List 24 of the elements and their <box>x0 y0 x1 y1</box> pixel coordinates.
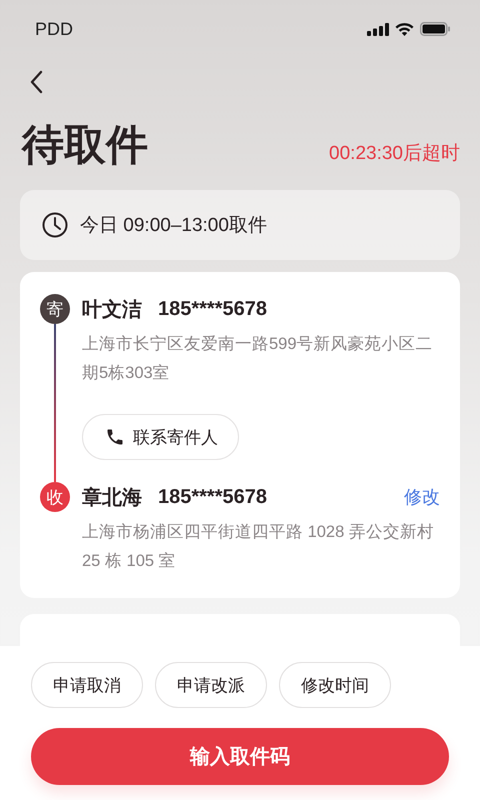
phone-number: 185****5678 <box>158 298 267 321</box>
address-text: 上海市长宁区友爱南一路599号新风豪苑小区二期5栋303室 <box>82 334 434 384</box>
sender-badge: 寄 <box>40 294 70 324</box>
receiver-badge: 收 <box>40 482 70 512</box>
action-chip-button[interactable]: 修改时间 <box>279 662 391 708</box>
back-button[interactable] <box>28 70 44 94</box>
action-chip-button[interactable]: 申请取消 <box>31 662 143 708</box>
enter-code-button[interactable]: 输入取件码 <box>31 728 449 785</box>
carrier-label: PDD <box>35 18 74 40</box>
pickup-time-text: 今日 09:00–13:00取件 <box>80 214 267 238</box>
edit-link[interactable]: 修改 <box>404 485 440 510</box>
contact-name: 章北海 <box>82 486 142 511</box>
countdown-text: 00:23:30后超时 <box>329 142 460 166</box>
page-title: 待取件 <box>22 122 148 168</box>
contact-sender-button[interactable]: 联系寄件人 <box>82 414 239 460</box>
clock-icon <box>42 212 68 238</box>
phone-icon <box>105 427 125 448</box>
phone-number: 185****5678 <box>158 486 267 509</box>
address-text: 上海市杨浦区四平街道四平路 1028 弄公交新村 25 栋 105 室 <box>82 522 435 572</box>
wifi-icon <box>395 22 414 36</box>
action-chip-button[interactable]: 申请改派 <box>155 662 267 708</box>
contact-name: 叶文洁 <box>82 298 142 323</box>
battery-icon <box>420 22 450 36</box>
signal-icon <box>367 22 389 36</box>
